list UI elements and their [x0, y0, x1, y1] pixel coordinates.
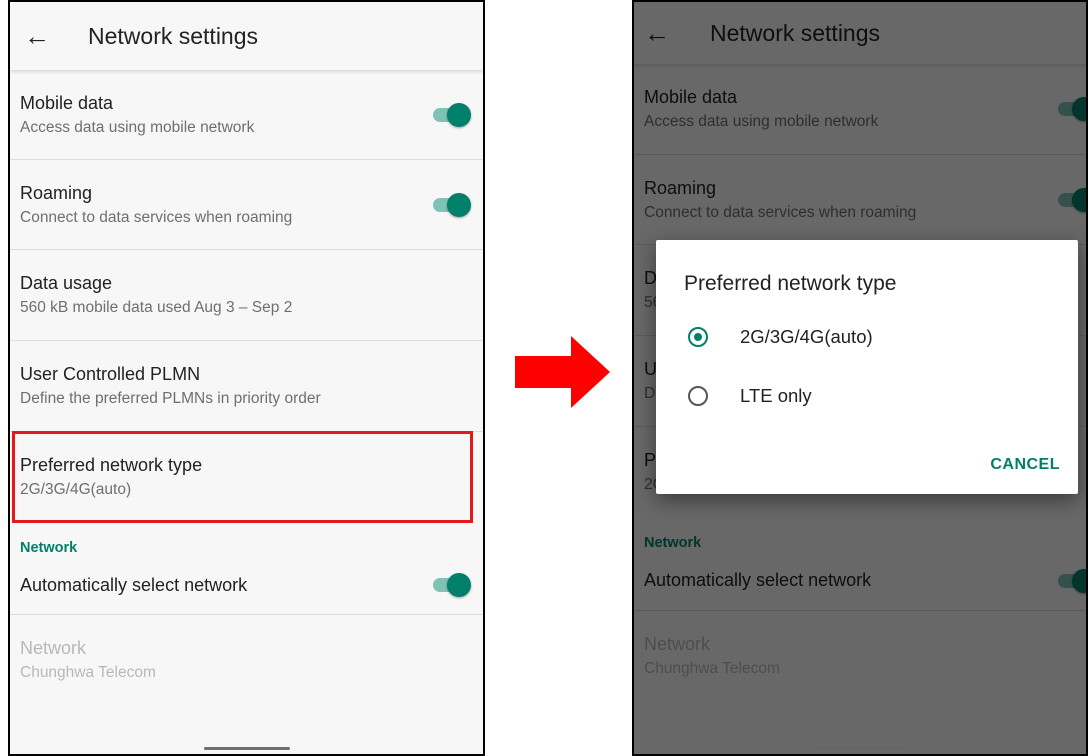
option-label: LTE only	[740, 385, 812, 406]
dialog-title: Preferred network type	[684, 272, 897, 295]
data-usage-summary: 560 kB mobile data used Aug 3 – Sep 2	[20, 299, 293, 316]
phone-screen-after: ← Network settings Mobile data Access da…	[632, 0, 1088, 756]
mobile-data-toggle[interactable]	[433, 102, 471, 127]
data-usage-title: Data usage	[20, 273, 113, 293]
arrow-back-icon[interactable]: ←	[24, 23, 50, 49]
arrow-right-icon	[515, 336, 610, 408]
data-usage-item[interactable]: Data usage 560 kB mobile data used Aug 3…	[10, 250, 483, 341]
radio-unselected-icon[interactable]	[688, 386, 708, 406]
auto-select-network-title: Automatically select network	[20, 574, 248, 595]
page-title: Network settings	[88, 22, 259, 49]
option-2g-3g-4g-auto[interactable]: 2G/3G/4G(auto)	[688, 326, 873, 348]
highlight-box	[12, 431, 473, 523]
mobile-data-title: Mobile data	[20, 92, 114, 113]
option-lte-only[interactable]: LTE only	[688, 385, 812, 407]
roaming-summary: Connect to data services when roaming	[20, 208, 293, 226]
user-plmn-summary: Define the preferred PLMNs in priority o…	[20, 390, 321, 407]
user-plmn-title: User Controlled PLMN	[20, 364, 201, 384]
user-plmn-item[interactable]: User Controlled PLMN Define the preferre…	[10, 341, 483, 432]
roaming-toggle[interactable]	[433, 192, 471, 217]
network-item: Network Chunghwa Telecom	[10, 615, 483, 705]
radio-selected-icon[interactable]	[688, 327, 708, 347]
network-summary: Chunghwa Telecom	[20, 664, 156, 681]
auto-select-network-toggle[interactable]	[433, 573, 471, 597]
option-label: 2G/3G/4G(auto)	[740, 326, 873, 347]
roaming-title: Roaming	[20, 182, 93, 203]
mobile-data-item[interactable]: Mobile data Access data using mobile net…	[10, 70, 483, 160]
network-title: Network	[20, 638, 87, 658]
roaming-item[interactable]: Roaming Connect to data services when ro…	[10, 160, 483, 250]
home-pill[interactable]	[203, 747, 290, 750]
cancel-button[interactable]: CANCEL	[990, 456, 1060, 474]
app-bar: ← Network settings	[10, 2, 483, 70]
mobile-data-summary: Access data using mobile network	[20, 118, 255, 136]
network-section-header: Network	[20, 540, 78, 556]
settings-list: Mobile data Access data using mobile net…	[10, 70, 483, 705]
gesture-nav-bar[interactable]	[10, 736, 483, 754]
preferred-network-dialog: Preferred network type 2G/3G/4G(auto) LT…	[656, 240, 1078, 494]
phone-screen-before: ← Network settings Mobile data Access da…	[8, 0, 485, 756]
auto-select-network-item[interactable]: Automatically select network	[10, 556, 483, 615]
